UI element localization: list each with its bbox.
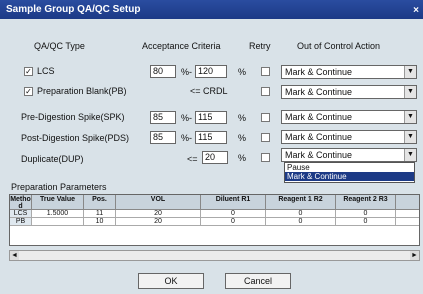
pds-action-select[interactable]: Mark & Continue ▼ — [281, 130, 417, 144]
dup-action-value: Mark & Continue — [285, 150, 353, 160]
table-cell[interactable]: 0 — [201, 218, 266, 226]
chevron-down-icon: ▼ — [404, 149, 416, 161]
chevron-down-icon: ▼ — [404, 66, 416, 78]
pb-action-value: Mark & Continue — [285, 87, 353, 97]
dup-label: Duplicate(DUP) — [21, 154, 84, 164]
table-cell[interactable]: 1.5000 — [32, 210, 84, 218]
lcs-label: LCS — [37, 66, 55, 76]
pds-unit: % — [238, 133, 247, 143]
dup-action-select[interactable]: Mark & Continue ▼ — [281, 148, 417, 162]
pb-checkbox[interactable]: ✓ — [24, 87, 33, 96]
col-header[interactable]: True Value — [32, 195, 84, 210]
table-cell[interactable]: 0 — [201, 210, 266, 218]
table-cell[interactable]: 0 — [266, 210, 336, 218]
table-cell[interactable]: 10 — [84, 218, 116, 226]
window-title: Sample Group QA/QC Setup — [6, 4, 141, 15]
pb-action-select[interactable]: Mark & Continue ▼ — [281, 85, 417, 99]
pds-label: Post-Digestion Spike(PDS) — [21, 133, 130, 143]
pb-retry-checkbox[interactable] — [261, 87, 270, 96]
table-cell[interactable]: 0 — [336, 210, 396, 218]
col-header[interactable]: Reagent 2 R3 — [336, 195, 396, 210]
dup-retry-checkbox[interactable] — [261, 153, 270, 162]
table-cell[interactable]: 11 — [84, 210, 116, 218]
spk-action-select[interactable]: Mark & Continue ▼ — [281, 110, 417, 124]
table-cell[interactable]: 20 — [116, 210, 201, 218]
spk-unit: % — [238, 113, 247, 123]
pds-sep: %- — [181, 133, 192, 143]
close-icon[interactable]: × — [413, 1, 419, 20]
lcs-sep: %- — [181, 67, 192, 77]
table-cell[interactable]: LCS — [10, 210, 32, 218]
col-header[interactable] — [396, 195, 419, 210]
lcs-retry-checkbox[interactable] — [261, 67, 270, 76]
pds-low-input[interactable]: 85 — [150, 131, 176, 144]
cancel-button[interactable]: Cancel — [225, 273, 291, 289]
scroll-right-icon[interactable]: ► — [410, 251, 419, 260]
col-header[interactable]: Diluent R1 — [201, 195, 266, 210]
dropdown-option[interactable]: Pause — [285, 163, 414, 172]
scroll-left-icon[interactable]: ◄ — [10, 251, 19, 260]
lcs-unit: % — [238, 67, 247, 77]
dropdown-option-selected[interactable]: Mark & Continue — [285, 172, 414, 181]
spk-sep: %- — [181, 113, 192, 123]
spk-action-value: Mark & Continue — [285, 112, 353, 122]
spk-label: Pre-Digestion Spike(SPK) — [21, 112, 125, 122]
col-header[interactable]: Reagent 1 R2 — [266, 195, 336, 210]
lcs-action-select[interactable]: Mark & Continue ▼ — [281, 65, 417, 79]
title-bar: Sample Group QA/QC Setup × — [0, 0, 423, 19]
table-cell[interactable]: PB — [10, 218, 32, 226]
spk-low-input[interactable]: 85 — [150, 111, 176, 124]
header-retry: Retry — [249, 41, 271, 51]
table-cell[interactable] — [396, 210, 419, 218]
pds-retry-checkbox[interactable] — [261, 133, 270, 142]
table-cell[interactable] — [396, 218, 419, 226]
lcs-low-input[interactable]: 80 — [150, 65, 176, 78]
lcs-checkbox[interactable]: ✓ — [24, 67, 33, 76]
dup-value-input[interactable]: 20 — [202, 151, 228, 164]
lcs-high-input[interactable]: 120 — [195, 65, 227, 78]
chevron-down-icon: ▼ — [404, 86, 416, 98]
spk-retry-checkbox[interactable] — [261, 113, 270, 122]
col-header[interactable]: VOL — [116, 195, 201, 210]
pb-label: Preparation Blank(PB) — [37, 86, 127, 96]
lcs-action-value: Mark & Continue — [285, 67, 353, 77]
col-header[interactable]: Pos. — [84, 195, 116, 210]
pb-crdl: <= CRDL — [190, 86, 228, 96]
header-criteria: Acceptance Criteria — [142, 41, 221, 51]
prep-params-grid[interactable]: Metho d True Value Pos. VOL Diluent R1 R… — [9, 194, 420, 246]
table-cell[interactable] — [32, 218, 84, 226]
col-header[interactable]: Metho d — [10, 195, 32, 210]
dup-le: <= — [187, 154, 198, 164]
spk-high-input[interactable]: 115 — [195, 111, 227, 124]
pds-action-value: Mark & Continue — [285, 132, 353, 142]
horizontal-scrollbar[interactable]: ◄ ► — [9, 250, 420, 261]
chevron-down-icon: ▼ — [404, 131, 416, 143]
table-cell[interactable]: 20 — [116, 218, 201, 226]
pds-high-input[interactable]: 115 — [195, 131, 227, 144]
chevron-down-icon: ▼ — [404, 111, 416, 123]
prep-params-title: Preparation Parameters — [11, 182, 107, 192]
dup-unit: % — [238, 153, 247, 163]
header-type: QA/QC Type — [34, 41, 85, 51]
header-action: Out of Control Action — [297, 41, 381, 51]
table-cell[interactable]: 0 — [336, 218, 396, 226]
table-cell[interactable]: 0 — [266, 218, 336, 226]
action-dropdown-list[interactable]: Pause Mark & Continue — [284, 162, 415, 183]
ok-button[interactable]: OK — [138, 273, 204, 289]
